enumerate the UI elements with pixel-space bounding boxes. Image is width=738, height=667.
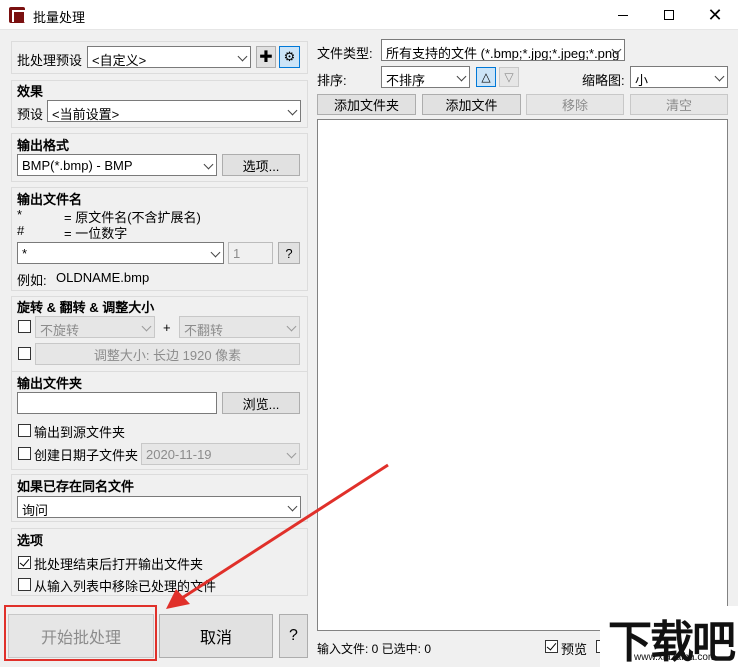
arrow-line — [181, 463, 389, 600]
watermark: 下载吧 www.xiazaiba.com — [600, 606, 738, 667]
watermark-url: www.xiazaiba.com — [634, 652, 717, 663]
arrow-head — [166, 589, 190, 609]
annotation-arrow — [166, 463, 389, 609]
